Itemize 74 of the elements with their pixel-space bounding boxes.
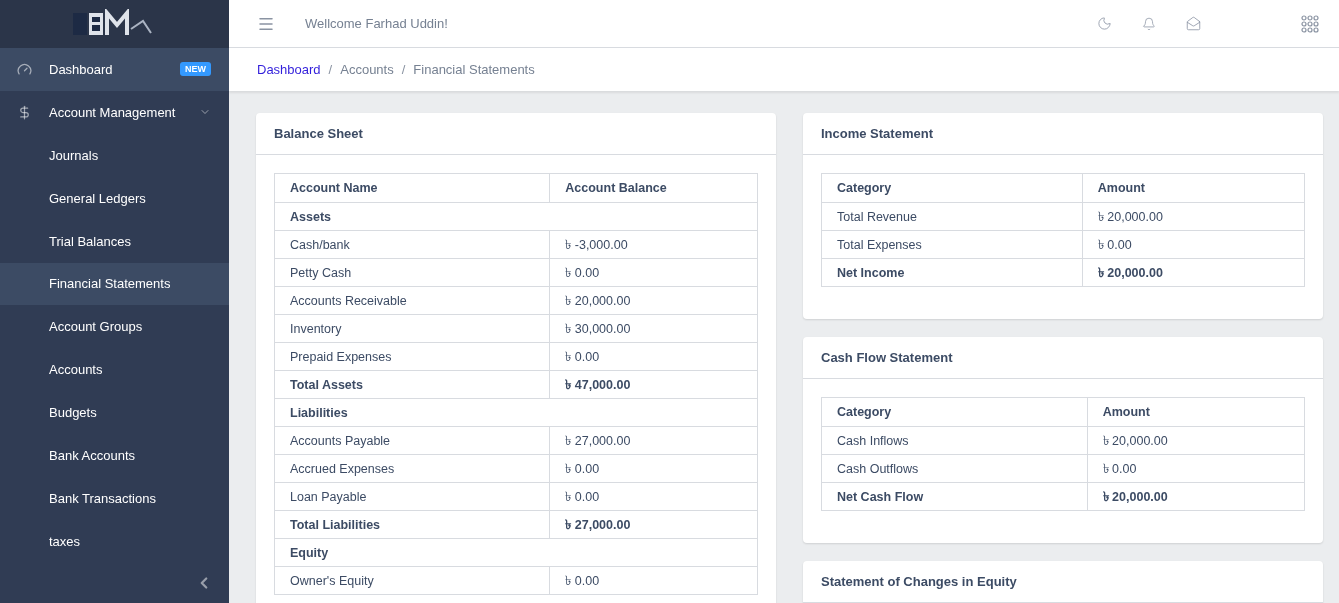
nav-label: Dashboard bbox=[49, 61, 114, 77]
table-cell: ৳ 0.00 bbox=[1087, 454, 1305, 483]
column-header: Amount bbox=[1087, 397, 1305, 427]
column-header: Amount bbox=[1082, 173, 1305, 203]
speedometer-icon bbox=[17, 61, 32, 77]
table-cell: ৳ 20,000.00 bbox=[1082, 202, 1305, 231]
column-header: Account Balance bbox=[549, 173, 758, 203]
table-cell: Total Expenses bbox=[821, 230, 1083, 259]
total-cell: Total Liabilities bbox=[274, 510, 550, 539]
table-cell: ৳ 0.00 bbox=[549, 342, 758, 371]
table-cell: Owner's Equity bbox=[274, 566, 550, 595]
nav-item[interactable]: General Ledgers bbox=[0, 176, 229, 220]
total-cell: Total Assets bbox=[274, 370, 550, 399]
table-cell: ৳ 20,000.00 bbox=[1087, 426, 1305, 455]
breadcrumb-link[interactable]: Dashboard bbox=[257, 62, 321, 77]
breadcrumb-separator: / bbox=[401, 62, 406, 77]
table-cell: Petty Cash bbox=[274, 258, 550, 287]
column-header: Account Name bbox=[274, 173, 550, 203]
table-cell: ৳ 0.00 bbox=[549, 482, 758, 511]
table-cell: ৳ 27,000.00 bbox=[549, 426, 758, 455]
table-cell: Loan Payable bbox=[274, 482, 550, 511]
total-cell: Net Income bbox=[821, 258, 1083, 287]
nav-item[interactable]: Bank Transactions bbox=[0, 477, 229, 521]
breadcrumb-separator: / bbox=[328, 62, 333, 77]
new-badge: NEW bbox=[180, 62, 211, 77]
table-cell: ৳ 0.00 bbox=[549, 566, 758, 595]
card-title: Income Statement bbox=[803, 113, 1323, 155]
nav-item[interactable]: Financial Statements bbox=[0, 262, 229, 306]
nav-item[interactable]: Account Groups bbox=[0, 305, 229, 349]
total-cell: ৳ 27,000.00 bbox=[549, 510, 758, 539]
breadcrumb-item[interactable]: Accounts bbox=[340, 62, 394, 77]
table-cell: ৳ 30,000.00 bbox=[549, 314, 758, 343]
table-cell: Prepaid Expenses bbox=[274, 342, 550, 371]
table-cell: Cash Inflows bbox=[821, 426, 1088, 455]
card-title: Statement of Changes in Equity bbox=[803, 561, 1323, 603]
nav-item[interactable]: Budgets bbox=[0, 391, 229, 435]
total-cell: ৳ 47,000.00 bbox=[549, 370, 758, 399]
card-title: Cash Flow Statement bbox=[803, 337, 1323, 379]
section-cell: Assets bbox=[274, 202, 758, 231]
table-cell: Accounts Payable bbox=[274, 426, 550, 455]
breadcrumb-item: Financial Statements bbox=[413, 62, 535, 77]
nav-item[interactable]: taxes bbox=[0, 520, 229, 563]
table-cell: ৳ 20,000.00 bbox=[549, 286, 758, 315]
table-cell: ৳ -3,000.00 bbox=[549, 230, 758, 259]
nav-item[interactable]: Accounts bbox=[0, 348, 229, 392]
nav-item[interactable]: Journals bbox=[0, 133, 229, 177]
table-cell: Inventory bbox=[274, 314, 550, 343]
section-cell: Equity bbox=[274, 538, 758, 567]
welcome-text: Wellcome Farhad Uddin! bbox=[305, 16, 449, 31]
card-title: Balance Sheet bbox=[256, 113, 776, 155]
dollar-icon bbox=[17, 104, 32, 120]
nav-item[interactable]: Account Management bbox=[0, 90, 229, 134]
nav-item[interactable]: Trial Balances bbox=[0, 219, 229, 263]
table-cell: ৳ 0.00 bbox=[1082, 230, 1305, 259]
table-cell: Accrued Expenses bbox=[274, 454, 550, 483]
nav-item[interactable]: Bank Accounts bbox=[0, 434, 229, 478]
total-cell: ৳ 20,000.00 bbox=[1087, 482, 1305, 511]
section-cell: Liabilities bbox=[274, 398, 758, 427]
table-cell: Cash Outflows bbox=[821, 454, 1088, 483]
nav-item[interactable]: Dashboard NEW bbox=[0, 47, 229, 91]
table-cell: ৳ 0.00 bbox=[549, 258, 758, 287]
bell-icon[interactable] bbox=[1142, 16, 1156, 31]
total-cell: ৳ 20,000.00 bbox=[1082, 258, 1305, 287]
envelope-icon[interactable] bbox=[1186, 16, 1201, 31]
column-header: Category bbox=[821, 397, 1088, 427]
table-cell: Cash/bank bbox=[274, 230, 550, 259]
nav-label: Account Management bbox=[49, 104, 177, 120]
table-cell: Accounts Receivable bbox=[274, 286, 550, 315]
column-header: Category bbox=[821, 173, 1083, 203]
table-cell: ৳ 0.00 bbox=[549, 454, 758, 483]
moon-icon[interactable] bbox=[1097, 16, 1112, 31]
table-cell: Total Revenue bbox=[821, 202, 1083, 231]
apps-grid-icon[interactable] bbox=[1301, 14, 1319, 33]
total-cell: Net Cash Flow bbox=[821, 482, 1088, 511]
